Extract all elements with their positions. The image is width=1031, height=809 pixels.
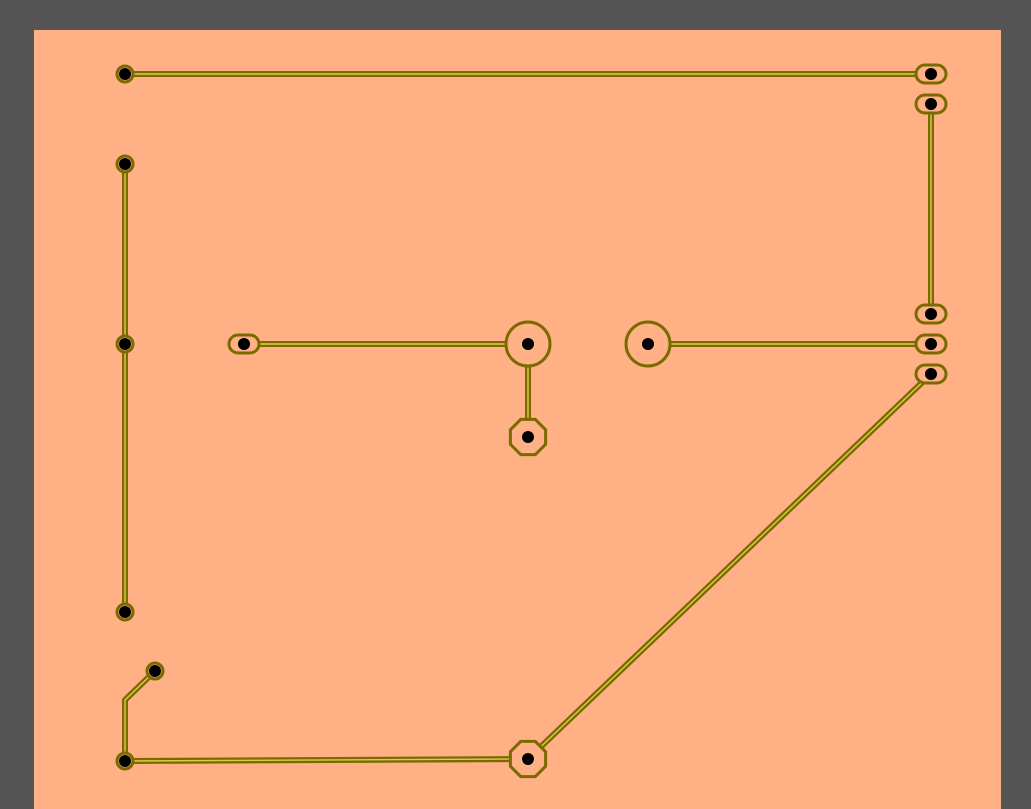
drill-hole bbox=[522, 338, 534, 350]
pad-p15 bbox=[115, 751, 135, 771]
pad-p3 bbox=[914, 93, 948, 115]
pad-p9 bbox=[508, 417, 548, 457]
drill-hole bbox=[119, 606, 131, 618]
pad-p14 bbox=[145, 661, 165, 681]
drill-hole bbox=[925, 98, 937, 110]
drill-hole bbox=[119, 755, 131, 767]
drill-hole bbox=[522, 431, 534, 443]
pad-p6 bbox=[115, 602, 135, 622]
drill-hole bbox=[119, 68, 131, 80]
drill-hole bbox=[925, 68, 937, 80]
pcb-board bbox=[34, 30, 1001, 809]
pad-p16 bbox=[508, 739, 548, 779]
drill-hole bbox=[119, 158, 131, 170]
drill-hole bbox=[119, 338, 131, 350]
pad-p4 bbox=[115, 154, 135, 174]
pad-p7 bbox=[227, 333, 261, 355]
pcb-board-view bbox=[34, 30, 1001, 809]
pad-p1 bbox=[115, 64, 135, 84]
pad-p13 bbox=[115, 334, 135, 354]
pad-p8 bbox=[504, 320, 552, 368]
drill-hole bbox=[925, 338, 937, 350]
drill-hole bbox=[149, 665, 161, 677]
drill-hole bbox=[642, 338, 654, 350]
pad-p12 bbox=[914, 363, 948, 385]
pad-p11 bbox=[914, 333, 948, 355]
pad-p10 bbox=[624, 320, 672, 368]
drill-hole bbox=[925, 308, 937, 320]
pad-p2 bbox=[914, 63, 948, 85]
pad-p5 bbox=[914, 303, 948, 325]
drill-hole bbox=[522, 753, 534, 765]
drill-hole bbox=[925, 368, 937, 380]
drill-hole bbox=[238, 338, 250, 350]
